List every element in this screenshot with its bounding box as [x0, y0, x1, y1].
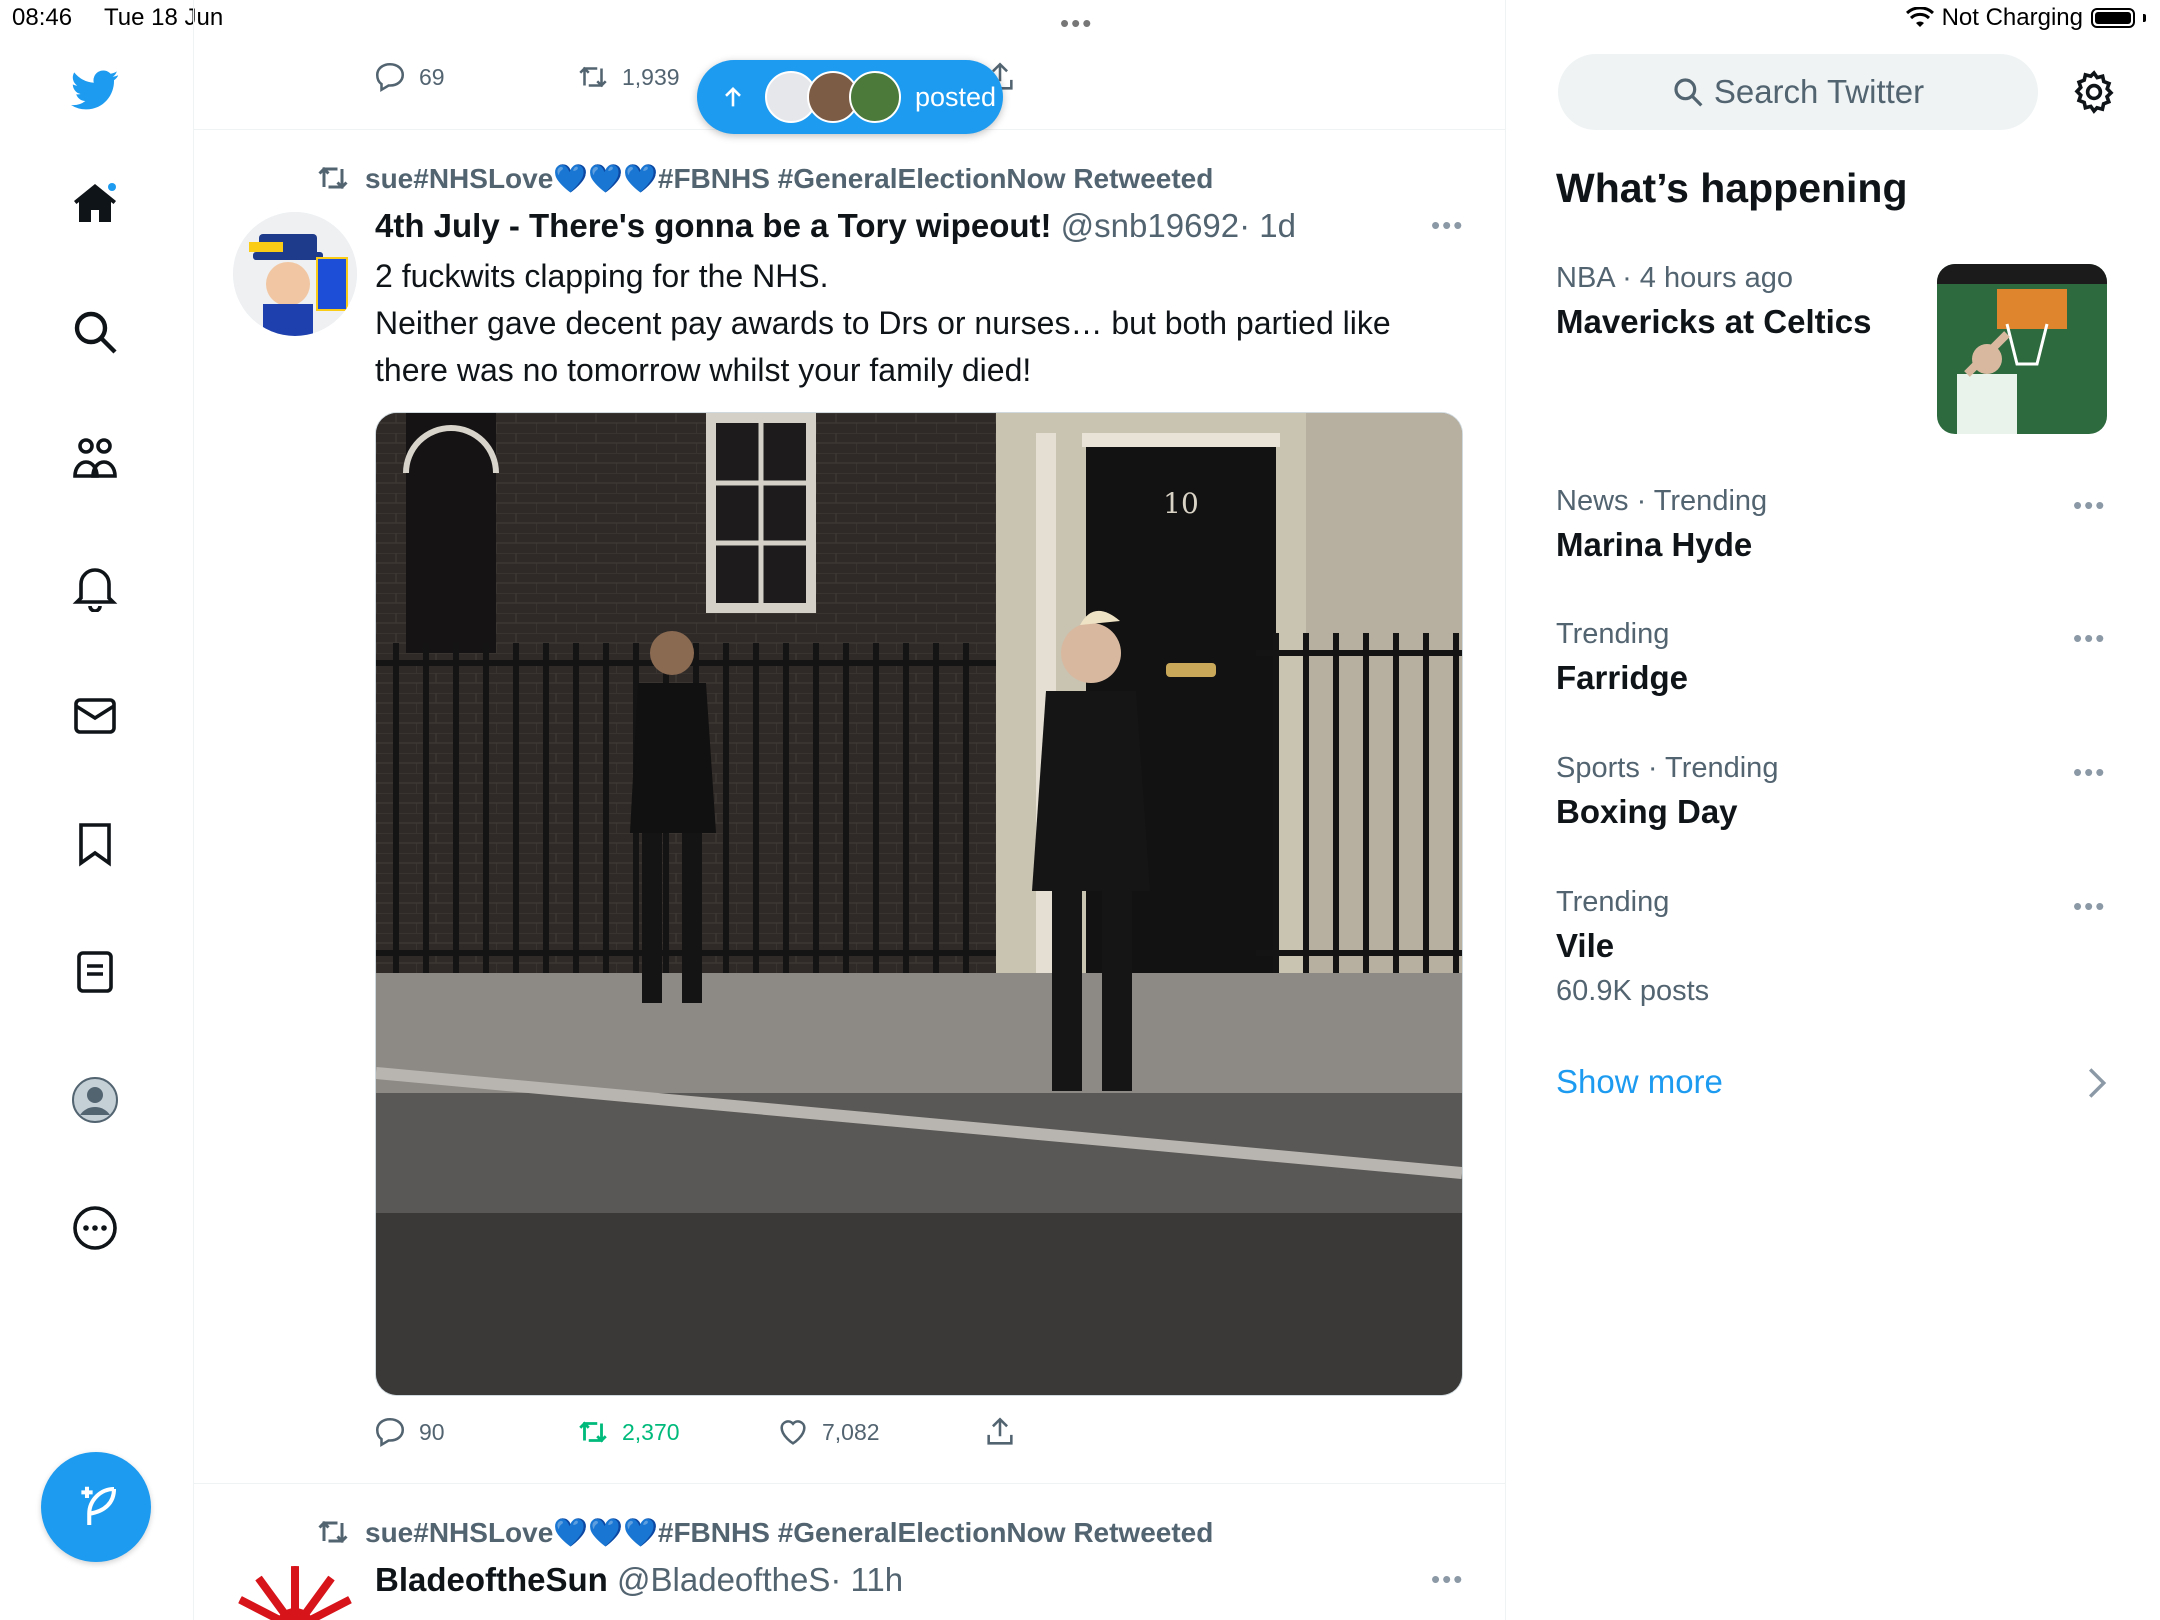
reply-icon [375, 1417, 405, 1448]
lists-icon[interactable] [69, 946, 121, 998]
trend-more-icon[interactable]: ••• [2073, 891, 2106, 922]
author-handle[interactable]: @BladeoftheS [617, 1561, 830, 1598]
heart-icon [780, 1420, 806, 1445]
retweeted-by-line[interactable]: sue#NHSLove💙💙💙#FBNHS #GeneralElectionNow… [315, 1514, 1213, 1550]
tweet-text: 2 fuckwits clapping for the NHS. Neither… [375, 253, 1455, 394]
trend-item[interactable]: Trending Vile 60.9K posts [1556, 886, 2056, 1008]
prev-reply-count: 69 [419, 63, 445, 90]
avatar[interactable] [233, 1566, 357, 1620]
trend-meta: Trending [1556, 886, 1670, 918]
author-name[interactable]: BladeoftheSun [375, 1561, 608, 1598]
chevron-right-icon[interactable] [2086, 1066, 2108, 1105]
search-icon [1674, 78, 1703, 107]
settings-icon[interactable] [2070, 68, 2118, 116]
retweet-icon [318, 166, 348, 190]
reply-icon [375, 62, 405, 93]
prev-reply-button[interactable]: 69 [373, 60, 445, 94]
door-number: 10 [1163, 487, 1199, 520]
share-icon [987, 1417, 1013, 1445]
trend-meta: Trending [1556, 618, 1670, 650]
retweet-icon [579, 1421, 607, 1443]
show-more-link[interactable]: Show more [1556, 1063, 1723, 1101]
trend-title: Marina Hyde [1556, 526, 1753, 563]
author-name[interactable]: 4th July - There's gonna be a Tory wipeo… [375, 207, 1051, 244]
tweet-text-line: Neither gave decent pay awards to Drs or… [375, 305, 1391, 388]
tweet-more-icon[interactable]: ••• [1431, 210, 1464, 241]
retweet-icon [579, 66, 607, 88]
wifi-icon [1905, 7, 1934, 27]
arrow-up-icon [725, 87, 741, 107]
bookmarks-icon[interactable] [69, 818, 121, 870]
pill-avatar [849, 71, 901, 123]
trend-meta: NBA · 4 hours ago [1556, 262, 1793, 294]
tweet-header[interactable]: BladeoftheSun @BladeoftheS· 11h [375, 1561, 903, 1599]
section-title: What’s happening [1556, 165, 1908, 211]
new-posts-pill[interactable]: posted [697, 60, 1003, 134]
prev-retweet-button[interactable]: 1,939 [576, 60, 680, 94]
trend-title: Mavericks at Celtics [1556, 303, 1872, 340]
reply-button[interactable]: 90 [373, 1415, 445, 1449]
trend-title: Farridge [1556, 659, 1689, 696]
new-posts-label: posted [915, 81, 997, 112]
author-handle[interactable]: @snb19692 [1061, 207, 1239, 244]
tweet-time[interactable]: · 11h [830, 1561, 903, 1598]
profile-icon[interactable] [69, 1074, 121, 1126]
battery-icon [2091, 8, 2135, 28]
trend-title: Vile [1556, 927, 1615, 964]
trend-more-icon[interactable]: ••• [2073, 757, 2106, 788]
trend-image[interactable] [1937, 264, 2107, 434]
retweet-icon [318, 1520, 348, 1544]
like-button[interactable]: 7,082 [776, 1415, 880, 1449]
tweet-media[interactable]: 10 [375, 412, 1463, 1396]
search-placeholder: Search Twitter [1713, 73, 1925, 110]
trend-item[interactable]: News · Trending Marina Hyde [1556, 485, 2056, 564]
tweet-text-line: 2 fuckwits clapping for the NHS. [375, 258, 829, 294]
compose-button[interactable] [41, 1452, 151, 1562]
trend-meta: Sports · Trending [1556, 752, 1779, 784]
search-icon[interactable] [69, 306, 121, 358]
home-icon[interactable] [69, 178, 121, 230]
trend-meta: News · Trending [1556, 485, 1768, 517]
tweet-time[interactable]: · 1d [1239, 207, 1296, 244]
search-input[interactable]: Search Twitter [1558, 54, 2038, 130]
avatar[interactable] [233, 212, 357, 336]
trend-more-icon[interactable]: ••• [2073, 490, 2106, 521]
trend-more-icon[interactable]: ••• [2073, 623, 2106, 654]
status-right: Not Charging [1905, 4, 2146, 32]
trend-item[interactable]: Trending Farridge [1556, 618, 2056, 697]
timeline: 69 1,939 sue#NHSLove💙💙💙#FBNHS #GeneralEl… [193, 0, 1506, 1620]
notifications-icon[interactable] [69, 562, 121, 614]
prev-retweet-count: 1,939 [622, 63, 680, 90]
tweet-more-icon[interactable]: ••• [1431, 1564, 1464, 1595]
share-button[interactable] [983, 1415, 1017, 1454]
communities-icon[interactable] [69, 434, 121, 486]
like-count: 7,082 [822, 1418, 880, 1445]
compose-icon [81, 1486, 117, 1525]
trend-title: Boxing Day [1556, 793, 1738, 830]
trend-count: 60.9K posts [1556, 975, 1710, 1007]
charging-status: Not Charging [1941, 4, 2083, 31]
retweet-button[interactable]: 2,370 [576, 1415, 680, 1449]
reply-count: 90 [419, 1418, 445, 1445]
retweeted-by-line[interactable]: sue#NHSLove💙💙💙#FBNHS #GeneralElectionNow… [315, 160, 1213, 196]
more-icon[interactable] [69, 1202, 121, 1254]
retweeted-by-text: sue#NHSLove💙💙💙#FBNHS #GeneralElectionNow… [365, 162, 1214, 194]
messages-icon[interactable] [69, 690, 121, 742]
tweet-header[interactable]: 4th July - There's gonna be a Tory wipeo… [375, 207, 1296, 245]
retweet-count: 2,370 [622, 1418, 680, 1445]
twitter-logo-icon[interactable] [69, 64, 121, 116]
trend-item[interactable]: Sports · Trending Boxing Day [1556, 752, 2056, 831]
tweet-divider [193, 1483, 1505, 1484]
retweeted-by-text: sue#NHSLove💙💙💙#FBNHS #GeneralElectionNow… [365, 1516, 1214, 1548]
left-navigation [0, 0, 194, 1620]
trend-item[interactable]: NBA · 4 hours ago Mavericks at Celtics [1556, 262, 1916, 341]
